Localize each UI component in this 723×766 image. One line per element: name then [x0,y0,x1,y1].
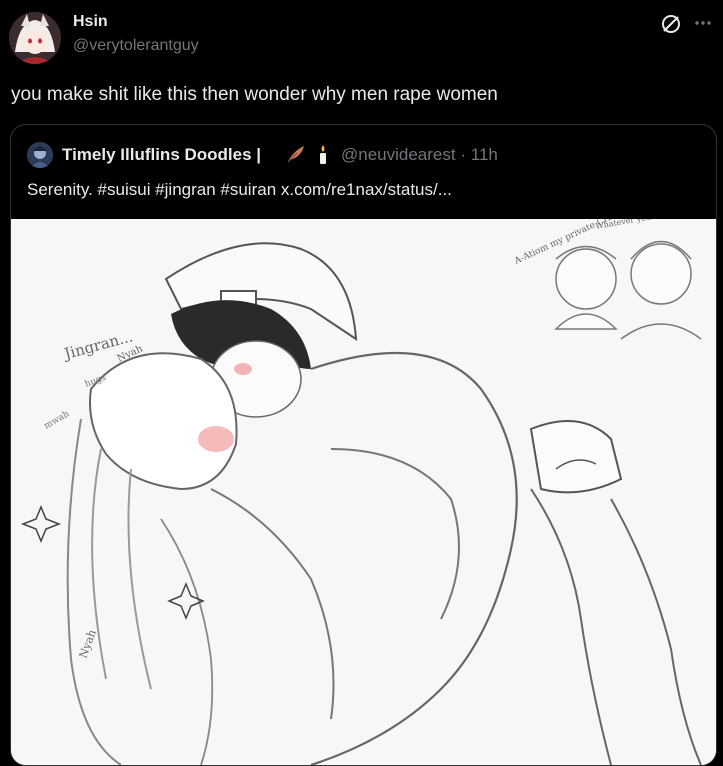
avatar-illustration [9,12,61,64]
quoted-author-handle-time[interactable]: @neuvidearest · 11h [341,145,498,165]
candle-icon [312,143,334,165]
quoted-author-name[interactable]: Timely Illuflins Doodles | [62,145,261,165]
sketch-illustration: Jingran... mwah hugs Nyah Nyah A-Atiom m… [11,219,716,765]
quoted-post-image[interactable]: Jingran... mwah hugs Nyah Nyah A-Atiom m… [11,219,716,765]
quoted-handle[interactable]: @neuvidearest [341,145,456,164]
feather-icon [285,143,307,165]
quoted-author-avatar[interactable] [27,142,53,168]
grok-icon[interactable] [660,13,682,35]
more-options-icon[interactable] [692,12,714,34]
author-avatar[interactable] [9,12,61,64]
quoted-time[interactable]: 11h [471,145,498,164]
separator-dot: · [460,145,467,164]
post-text: you make shit like this then wonder why … [11,84,498,105]
quoted-avatar-illustration [27,142,53,168]
author-handle[interactable]: @verytolerantguy [73,37,199,55]
author-name[interactable]: Hsin [73,13,108,31]
quoted-post-text: Serenity. #suisui #jingran #suiran x.com… [27,180,452,199]
quoted-post-card[interactable]: Timely Illuflins Doodles | @neuvidearest… [10,124,717,766]
